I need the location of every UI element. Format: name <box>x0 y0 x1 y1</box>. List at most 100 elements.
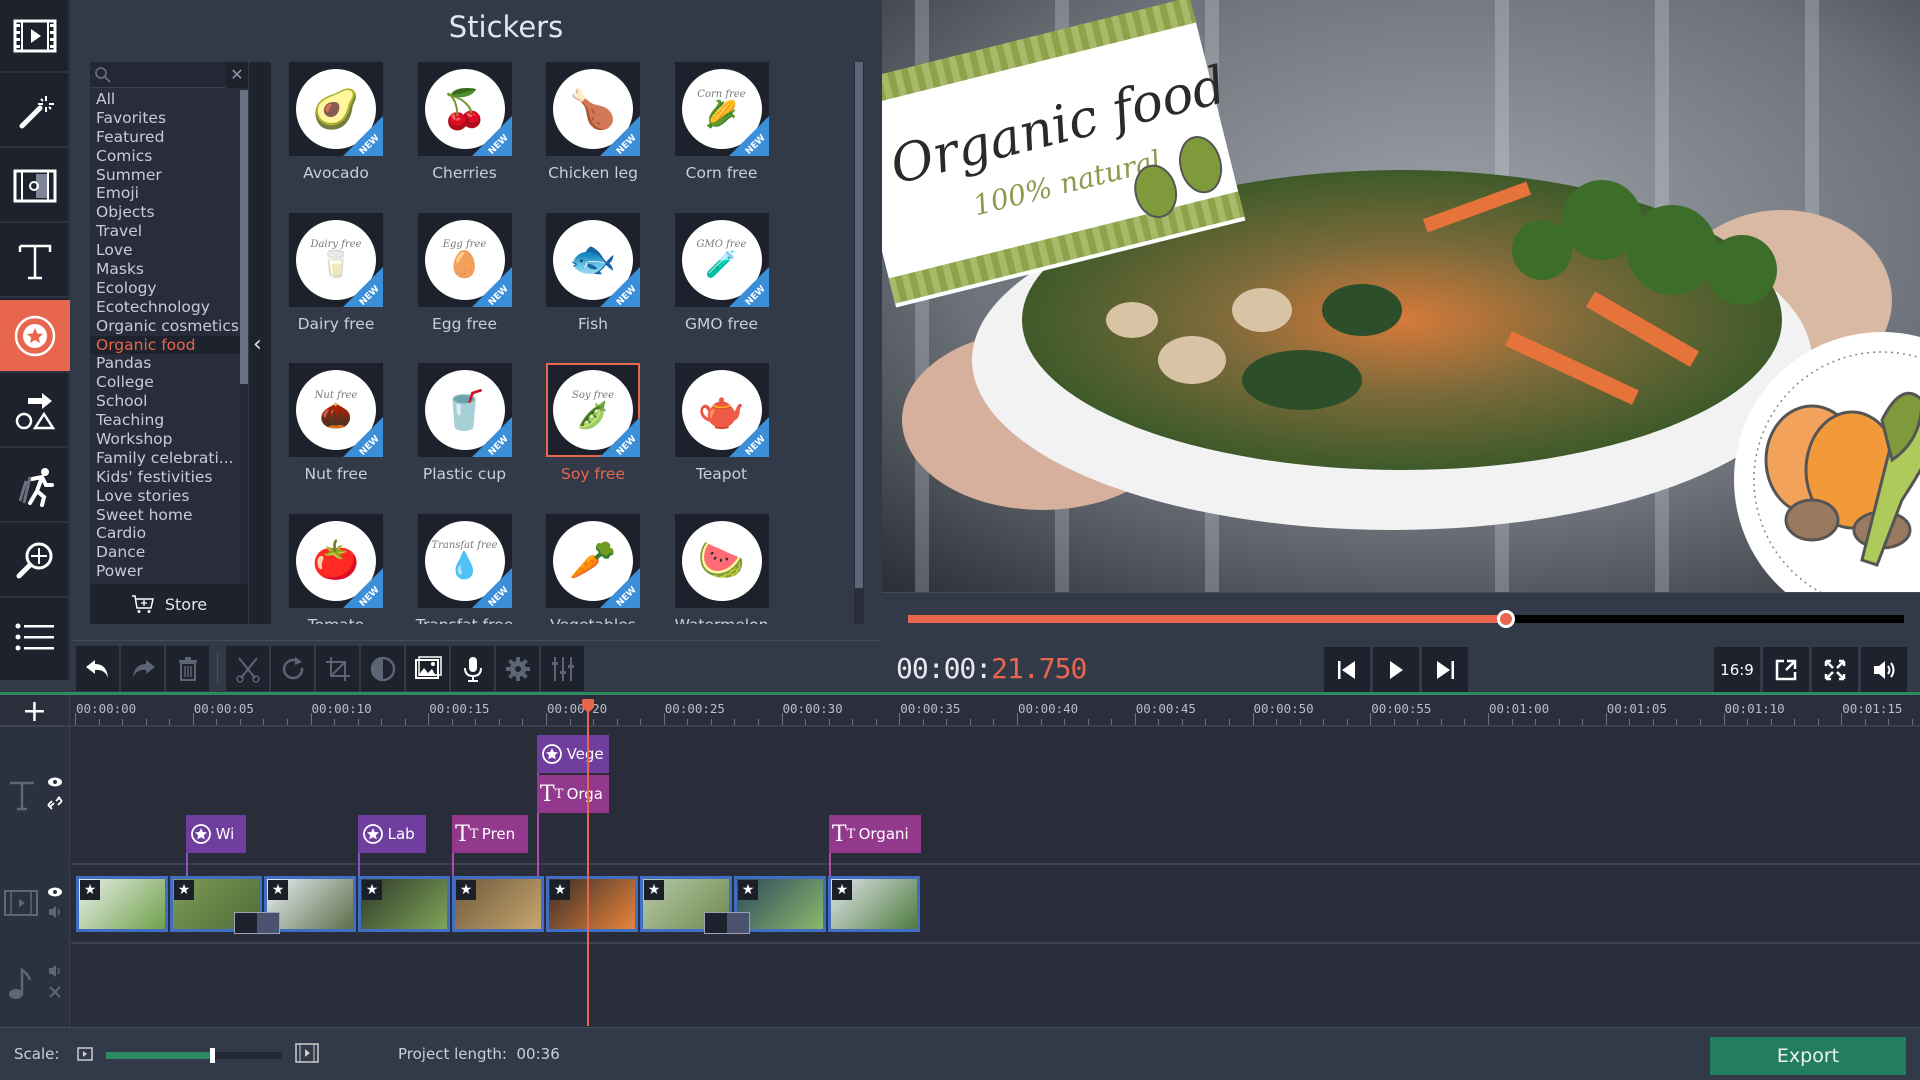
category-scrollbar[interactable] <box>240 90 248 590</box>
undo-button[interactable] <box>76 646 119 691</box>
category-item[interactable]: Workshop <box>90 430 240 449</box>
scale-handle[interactable] <box>209 1048 215 1063</box>
sidebar-item-import[interactable] <box>0 0 70 73</box>
progress-track[interactable] <box>908 610 1904 628</box>
scrollbar-thumb[interactable] <box>855 62 863 588</box>
category-item[interactable]: Favorites <box>90 109 240 128</box>
star-icon[interactable]: ★ <box>738 880 758 900</box>
sticker-tile[interactable]: 🫖 NEW Teapot <box>672 363 772 483</box>
unlink-icon[interactable] <box>47 984 63 1000</box>
sticker-clip[interactable]: Lab <box>357 815 426 853</box>
category-item[interactable]: Emoji <box>90 184 240 203</box>
fullscreen-button[interactable] <box>1812 647 1858 692</box>
progress-handle[interactable] <box>1496 610 1515 628</box>
sticker-tile[interactable]: 🥤 NEW Plastic cup <box>415 363 515 483</box>
category-item[interactable]: Pandas <box>90 354 240 373</box>
export-button[interactable]: Export <box>1710 1037 1906 1075</box>
title-clip[interactable]: T T Pren <box>451 815 528 853</box>
video-clip-pencils[interactable]: ★ <box>452 876 544 932</box>
video-preview[interactable]: Organic food 100% natural <box>882 0 1920 592</box>
sidebar-item-more[interactable] <box>0 600 70 673</box>
preview-progress-bar[interactable] <box>882 592 1920 642</box>
play-button[interactable] <box>1373 647 1419 692</box>
video-clip-potted-plant[interactable]: ★ <box>828 876 920 932</box>
store-button[interactable]: Store <box>90 584 248 624</box>
collapse-panel-button[interactable]: ‹ <box>249 62 271 624</box>
category-item[interactable]: Summer <box>90 166 240 185</box>
star-icon[interactable]: ★ <box>832 880 852 900</box>
category-item[interactable]: Family celebrati... <box>90 449 240 468</box>
video-clip-salad-bowl[interactable]: ★ <box>546 876 638 932</box>
category-item[interactable]: Ecology <box>90 279 240 298</box>
sticker-tile[interactable]: 🍒 NEW Cherries <box>415 62 515 182</box>
cut-button[interactable] <box>226 646 269 691</box>
category-item[interactable]: Love <box>90 241 240 260</box>
playhead[interactable] <box>582 699 595 1026</box>
record-audio-button[interactable] <box>451 646 494 691</box>
sidebar-item-transitions[interactable] <box>0 150 70 223</box>
timeline-ruler[interactable]: + 00:00:00 00:00:05 00:00:10 00:00:15 00:00:… <box>0 694 1920 729</box>
sidebar-item-titles[interactable] <box>0 225 70 298</box>
sticker-tile[interactable]: Egg free 🥚 NEW Egg free <box>415 212 515 333</box>
sticker-tile[interactable]: 🍉 Watermelon <box>672 513 772 624</box>
category-item[interactable]: Comics <box>90 147 240 166</box>
sidebar-item-filters[interactable] <box>0 75 70 148</box>
popout-button[interactable] <box>1763 647 1809 692</box>
sticker-grid-scrollbar[interactable] <box>854 62 864 624</box>
video-clip-hand-plant[interactable]: ★ <box>358 876 450 932</box>
sticker-tile[interactable]: Corn free 🌽 NEW Corn free <box>672 62 772 182</box>
category-item[interactable]: Dance <box>90 543 240 562</box>
volume-icon[interactable] <box>47 964 63 978</box>
volume-button[interactable] <box>1861 647 1907 692</box>
sticker-tile[interactable]: 🍅NEW Tomato <box>286 513 386 624</box>
category-item[interactable]: Organic cosmetics <box>90 317 240 336</box>
link-icon[interactable] <box>47 796 63 810</box>
star-icon[interactable]: ★ <box>550 880 570 900</box>
category-item[interactable]: All <box>90 90 240 109</box>
sticker-tile[interactable]: 🐟 NEW Fish <box>543 212 643 333</box>
search-input[interactable] <box>114 64 224 86</box>
search-field[interactable]: ✕ <box>90 62 248 88</box>
category-item[interactable]: Featured <box>90 128 240 147</box>
sidebar-item-animation[interactable] <box>0 450 70 523</box>
crop-button[interactable] <box>316 646 359 691</box>
zoom-out-film-icon[interactable] <box>77 1047 93 1061</box>
star-icon[interactable]: ★ <box>644 880 664 900</box>
eye-icon[interactable] <box>47 886 63 898</box>
category-item[interactable]: Kids' festivities <box>90 468 240 487</box>
star-icon[interactable]: ★ <box>456 880 476 900</box>
rotate-button[interactable] <box>271 646 314 691</box>
sticker-tile[interactable]: 🥕NEW Vegetables <box>543 513 643 624</box>
star-icon[interactable]: ★ <box>362 880 382 900</box>
mute-icon[interactable] <box>47 905 63 919</box>
sidebar-item-callouts[interactable] <box>0 375 70 448</box>
category-item[interactable]: Love stories <box>90 487 240 506</box>
sticker-tile[interactable]: Soy free 🫛 NEW Soy free <box>543 363 643 483</box>
delete-button[interactable] <box>166 646 209 691</box>
category-item[interactable]: Travel <box>90 222 240 241</box>
category-item[interactable]: Objects <box>90 203 240 222</box>
redo-button[interactable] <box>121 646 164 691</box>
title-clip[interactable]: T T Organi <box>828 815 921 853</box>
eye-icon[interactable] <box>47 776 63 788</box>
media-button[interactable] <box>406 646 449 691</box>
add-track-button[interactable]: + <box>0 694 70 729</box>
category-item[interactable]: Ecotechnology <box>90 298 240 317</box>
clip-properties-button[interactable] <box>496 646 539 691</box>
star-icon[interactable]: ★ <box>174 880 194 900</box>
sticker-tile[interactable]: Transfat free💧NEWTransfat free <box>415 513 515 624</box>
equalizer-button[interactable] <box>541 646 584 691</box>
sticker-tile[interactable]: 🥑 NEW Avocado <box>286 62 386 182</box>
sidebar-item-pan-zoom[interactable] <box>0 525 70 598</box>
scale-slider[interactable] <box>106 1048 282 1063</box>
aspect-ratio-button[interactable]: 16:9 <box>1714 647 1760 692</box>
title-clip[interactable]: T T Orga <box>536 775 609 813</box>
category-item[interactable]: Teaching <box>90 411 240 430</box>
star-icon[interactable]: ★ <box>268 880 288 900</box>
category-item[interactable]: Organic food <box>90 335 240 355</box>
sidebar-item-stickers[interactable] <box>0 300 70 373</box>
clear-search-icon[interactable]: ✕ <box>226 62 248 88</box>
sticker-tile[interactable]: 🍗 NEW Chicken leg <box>543 62 643 182</box>
transition-marker[interactable] <box>234 912 280 934</box>
video-clip-sprouts[interactable]: ★ <box>76 876 168 932</box>
